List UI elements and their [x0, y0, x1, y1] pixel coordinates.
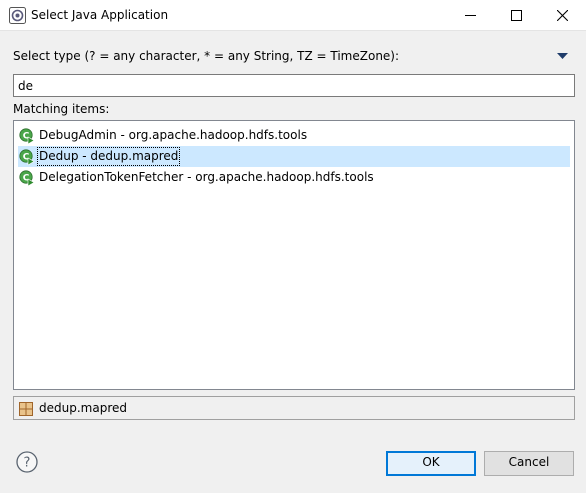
package-name: dedup.mapred [39, 401, 127, 415]
svg-text:?: ? [24, 456, 31, 471]
matching-items-label: Matching items: [13, 102, 110, 116]
cancel-button[interactable]: Cancel [484, 451, 574, 476]
close-button[interactable] [540, 0, 586, 31]
package-details-bar: dedup.mapred [13, 396, 575, 420]
java-class-run-icon: C [19, 128, 35, 144]
minimize-icon [465, 15, 476, 16]
close-icon [557, 10, 568, 21]
ok-button[interactable]: OK [386, 451, 476, 476]
minimize-button[interactable] [448, 0, 494, 31]
maximize-button[interactable] [494, 0, 540, 31]
list-item[interactable]: C DebugAdmin - org.apache.hadoop.hdfs.to… [18, 125, 570, 146]
select-type-label: Select type (? = any character, * = any … [13, 49, 400, 63]
matching-items-list[interactable]: C DebugAdmin - org.apache.hadoop.hdfs.to… [13, 120, 575, 390]
list-item-label: DelegationTokenFetcher - org.apache.hado… [39, 170, 374, 184]
java-class-run-icon: C [19, 170, 35, 186]
package-icon [19, 402, 33, 416]
maximize-icon [511, 10, 522, 21]
title-bar: Select Java Application [0, 0, 586, 31]
list-item[interactable]: C DelegationTokenFetcher - org.apache.ha… [18, 167, 570, 188]
view-menu-dropdown-icon[interactable] [557, 53, 568, 60]
java-class-run-icon: C [19, 149, 35, 165]
list-item-label: Dedup - dedup.mapred [36, 147, 181, 166]
list-item-selected[interactable]: C Dedup - dedup.mapred [18, 146, 570, 167]
eclipse-app-icon [9, 7, 26, 24]
window-title: Select Java Application [31, 8, 169, 22]
help-icon[interactable]: ? [16, 451, 38, 473]
list-item-label: DebugAdmin - org.apache.hadoop.hdfs.tool… [39, 128, 308, 142]
type-filter-input[interactable] [13, 74, 575, 97]
